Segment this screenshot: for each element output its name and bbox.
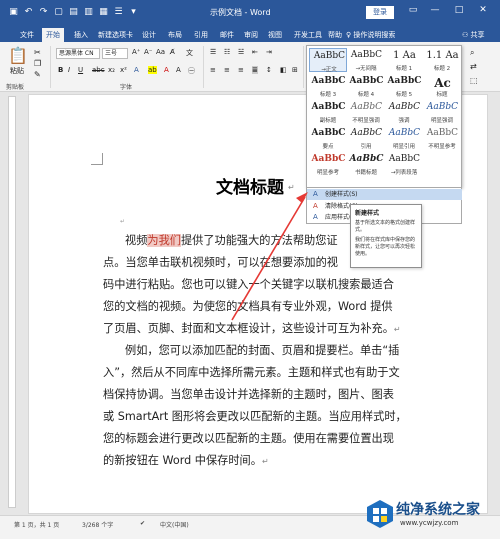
word-count[interactable]: 3/268 个字 bbox=[82, 520, 113, 529]
watermark-brand: 纯净系统之家 bbox=[396, 502, 480, 518]
annotation-arrow bbox=[231, 192, 308, 321]
watermark-logo: 纯净系统之家 www.ycwjzy.com bbox=[366, 497, 496, 537]
watermark-icon bbox=[367, 500, 393, 528]
language-status[interactable]: 中文(中国) bbox=[160, 520, 189, 529]
page-count[interactable]: 第 1 页，共 1 页 bbox=[14, 520, 59, 529]
proofing-icon[interactable]: ✔ bbox=[140, 520, 145, 527]
watermark-url: www.ycwjzy.com bbox=[400, 519, 459, 527]
